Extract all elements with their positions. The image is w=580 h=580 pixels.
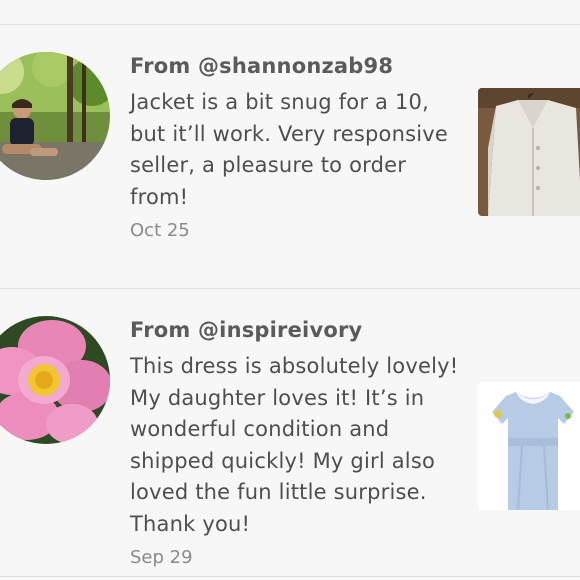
- review-date: Sep 29: [130, 547, 193, 568]
- user-avatar[interactable]: [0, 316, 110, 444]
- review-author[interactable]: From @shannonzab98: [130, 52, 460, 80]
- review-date: Oct 25: [130, 220, 190, 241]
- review-author[interactable]: From @inspireivory: [130, 316, 460, 344]
- user-avatar[interactable]: [0, 52, 110, 180]
- review-text: Jacket is a bit snug for a 10, but it’ll…: [130, 90, 449, 209]
- bottom-divider: [0, 576, 580, 577]
- review-text: This dress is absolutely lovely! My daug…: [130, 354, 459, 536]
- review-divider: [0, 288, 580, 289]
- top-divider: [0, 24, 580, 25]
- product-thumbnail[interactable]: [478, 382, 580, 510]
- product-thumbnail[interactable]: [478, 88, 580, 216]
